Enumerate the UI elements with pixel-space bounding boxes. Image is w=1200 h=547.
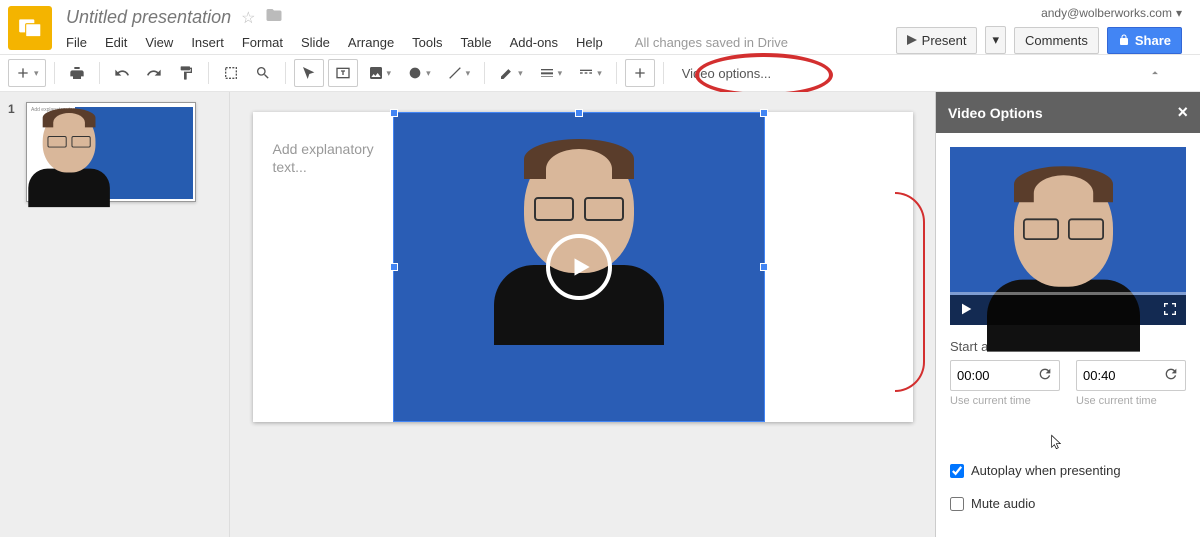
toolbar: Video options... [0, 54, 1200, 92]
zoom-fit-button[interactable] [217, 60, 245, 86]
line-weight-button[interactable] [533, 60, 569, 86]
autoplay-label: Autoplay when presenting [971, 463, 1121, 478]
line-color-button[interactable] [493, 60, 529, 86]
menu-insert[interactable]: Insert [191, 35, 224, 50]
print-button[interactable] [63, 60, 91, 86]
menu-edit[interactable]: Edit [105, 35, 127, 50]
line-button[interactable] [441, 60, 477, 86]
play-icon[interactable] [546, 234, 612, 300]
filmstrip: 1 Add explanatory text... [0, 92, 230, 537]
fullscreen-button[interactable] [1162, 301, 1178, 320]
collapse-toolbar-button[interactable] [1138, 62, 1192, 84]
resize-handle[interactable] [390, 109, 398, 117]
start-at-input-wrap [950, 360, 1060, 391]
menu-addons[interactable]: Add-ons [510, 35, 558, 50]
paint-format-button[interactable] [172, 60, 200, 86]
video-options-sidebar: Video Options × Start at: [935, 92, 1200, 537]
menu-view[interactable]: View [145, 35, 173, 50]
menu-table[interactable]: Table [461, 35, 492, 50]
resize-handle[interactable] [575, 109, 583, 117]
preview-play-button[interactable] [958, 301, 974, 320]
mute-label: Mute audio [971, 496, 1035, 511]
undo-button[interactable] [108, 60, 136, 86]
save-status: All changes saved in Drive [635, 35, 788, 50]
text-placeholder[interactable]: Add explanatory text... [273, 140, 393, 176]
menu-slide[interactable]: Slide [301, 35, 330, 50]
slide-number: 1 [8, 102, 20, 202]
star-icon[interactable]: ☆ [241, 8, 255, 28]
menu-arrange[interactable]: Arrange [348, 35, 394, 50]
end-at-input-wrap [1076, 360, 1186, 391]
new-slide-button[interactable] [8, 59, 46, 87]
close-icon[interactable]: × [1177, 102, 1188, 123]
menu-format[interactable]: Format [242, 35, 283, 50]
resize-handle[interactable] [760, 109, 768, 117]
resize-handle[interactable] [390, 263, 398, 271]
menu-tools[interactable]: Tools [412, 35, 442, 50]
zoom-button[interactable] [249, 60, 277, 86]
present-dropdown-button[interactable]: ▾ [985, 26, 1006, 54]
slides-logo [8, 6, 52, 50]
end-hint[interactable]: Use current time [1076, 395, 1186, 407]
shape-button[interactable] [401, 60, 437, 86]
resize-handle[interactable] [760, 263, 768, 271]
chevron-down-icon: ▾ [1176, 6, 1182, 20]
slide-thumbnail[interactable]: Add explanatory text... [26, 102, 196, 202]
user-account[interactable]: andy@wolberworks.com ▾ [1041, 6, 1182, 20]
present-label: Present [922, 33, 967, 48]
autoplay-checkbox[interactable] [950, 464, 964, 478]
video-options-menu[interactable]: Video options... [672, 64, 781, 83]
user-email-text: andy@wolberworks.com [1041, 6, 1172, 20]
menu-help[interactable]: Help [576, 35, 603, 50]
workspace: 1 Add explanatory text... Add explanator… [0, 92, 1200, 537]
thumb-video-preview [75, 107, 193, 199]
video-preview[interactable] [950, 147, 1186, 325]
mute-checkbox[interactable] [950, 497, 964, 511]
folder-icon[interactable] [265, 6, 283, 29]
redo-button[interactable] [140, 60, 168, 86]
slide[interactable]: Add explanatory text... [253, 112, 913, 422]
comments-button[interactable]: Comments [1014, 27, 1099, 54]
slide-canvas-area: Add explanatory text... [230, 92, 935, 537]
select-tool-button[interactable] [294, 59, 324, 87]
start-hint[interactable]: Use current time [950, 395, 1060, 407]
present-button[interactable]: Present [896, 27, 978, 54]
menubar: File Edit View Insert Format Slide Arran… [66, 35, 896, 50]
insert-comment-button[interactable] [625, 59, 655, 87]
reset-end-icon[interactable] [1163, 366, 1179, 385]
video-object[interactable] [393, 112, 765, 422]
share-label: Share [1135, 33, 1171, 48]
sidebar-title: Video Options [948, 105, 1043, 121]
line-dash-button[interactable] [572, 60, 608, 86]
menu-file[interactable]: File [66, 35, 87, 50]
textbox-button[interactable] [328, 59, 358, 87]
reset-start-icon[interactable] [1037, 366, 1053, 385]
image-button[interactable] [362, 60, 398, 86]
doc-title[interactable]: Untitled presentation [66, 7, 231, 28]
app-header: Untitled presentation ☆ File Edit View I… [0, 0, 1200, 54]
end-at-input[interactable] [1083, 368, 1143, 383]
share-button[interactable]: Share [1107, 27, 1182, 54]
start-at-input[interactable] [957, 368, 1017, 383]
